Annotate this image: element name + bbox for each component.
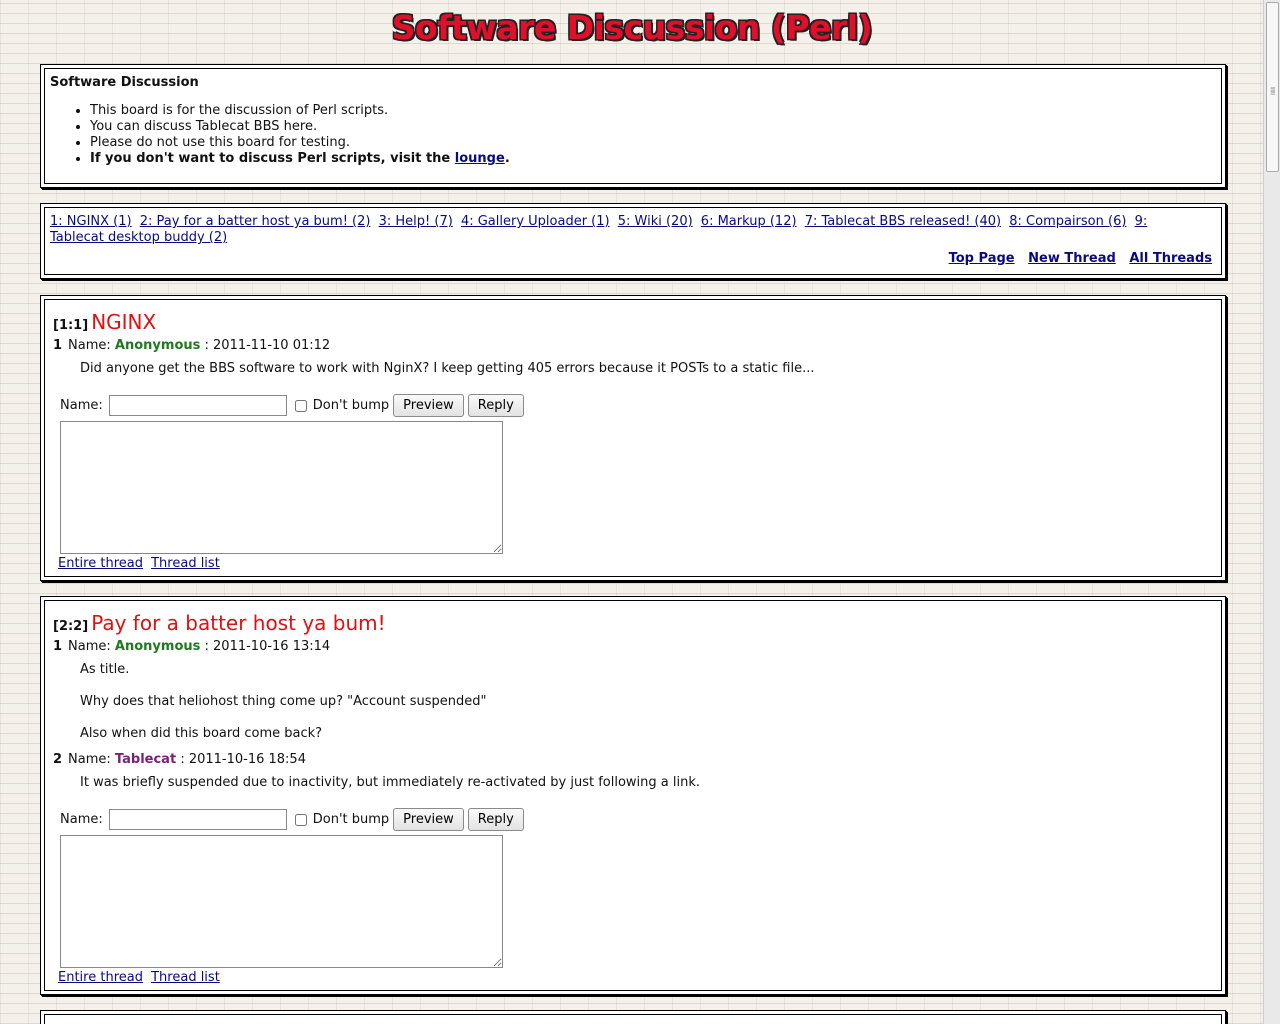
thread-title: [2:2] Pay for a batter host ya bum! (53, 611, 386, 635)
reply-textarea[interactable] (60, 421, 503, 554)
dont-bump-checkbox[interactable] (294, 813, 307, 826)
post-body: It was briefly suspended due to inactivi… (80, 775, 700, 791)
thread-link-1[interactable]: 1: NGINX (1) (50, 214, 132, 229)
dont-bump-checkbox[interactable] (294, 399, 307, 412)
top-page-link[interactable]: Top Page (949, 251, 1015, 266)
rule-item-lounge: If you don't want to discuss Perl script… (90, 151, 510, 167)
rules-list: This board is for the discussion of Perl… (50, 103, 510, 167)
thread-index: [1:1] (53, 318, 89, 333)
page: Software Discussion (Perl) Software Disc… (0, 0, 1264, 1024)
reply-textarea[interactable] (60, 835, 503, 968)
name-label: Name: (68, 338, 111, 353)
post-number: 2 (53, 752, 63, 767)
post-date: : 2011-10-16 13:14 (204, 639, 331, 654)
lounge-prefix: If you don't want to discuss Perl script… (90, 151, 455, 166)
thread-nav-box: 1: NGINX (1) 2: Pay for a batter host ya… (40, 203, 1226, 279)
thread-footer-links: Entire thread Thread list (58, 970, 224, 985)
post-text: Also when did this board come back? (80, 726, 323, 741)
thread-footer-links: Entire thread Thread list (58, 556, 224, 571)
rule-item: Please do not use this board for testing… (90, 135, 510, 151)
reply-name-label: Name: (60, 398, 103, 413)
rule-item: This board is for the discussion of Perl… (90, 103, 510, 119)
poster-name: Anonymous (114, 639, 201, 654)
reply-button[interactable]: Reply (467, 394, 524, 417)
thread-link-7[interactable]: 7: Tablecat BBS released! (40) (805, 214, 1001, 229)
thread-box: [2:2] Pay for a batter host ya bum! 1 Name… (40, 596, 1226, 995)
thread-link-4[interactable]: 4: Gallery Uploader (1) (461, 214, 610, 229)
lounge-suffix: . (504, 151, 510, 166)
thread-link-8[interactable]: 8: Compairson (6) (1009, 214, 1126, 229)
reply-button[interactable]: Reply (467, 808, 524, 831)
preview-button[interactable]: Preview (393, 394, 464, 417)
post-number: 1 (53, 338, 63, 353)
entire-thread-link[interactable]: Entire thread (58, 970, 143, 985)
thread-link-3[interactable]: 3: Help! (7) (379, 214, 453, 229)
post-number: 1 (53, 639, 63, 654)
reply-name-label: Name: (60, 812, 103, 827)
dont-bump-label: Don't bump (312, 812, 390, 827)
entire-thread-link[interactable]: Entire thread (58, 556, 143, 571)
post-header: 1 Name: Anonymous : 2011-11-10 01:12 (53, 338, 330, 353)
rules-heading: Software Discussion (50, 75, 199, 90)
all-threads-link[interactable]: All Threads (1129, 251, 1212, 266)
post-text: It was briefly suspended due to inactivi… (80, 775, 700, 790)
rule-item: You can discuss Tablecat BBS here. (90, 119, 510, 135)
post-text: Why does that heliohost thing come up? "… (80, 694, 487, 709)
board-nav: Top Page New Thread All Threads (940, 251, 1212, 266)
poster-name: Anonymous (114, 338, 201, 353)
reply-name-input[interactable] (108, 395, 287, 416)
post-header: 1 Name: Anonymous : 2011-10-16 13:14 (53, 639, 330, 654)
poster-name: Tablecat (114, 752, 177, 767)
grip-icon: ≡ ≡ (1270, 85, 1276, 97)
post-date: : 2011-10-16 18:54 (180, 752, 306, 767)
lounge-link[interactable]: lounge (455, 151, 505, 166)
scrollbar-thumb[interactable]: ≡ ≡ (1266, 2, 1279, 172)
reply-name-input[interactable] (108, 809, 287, 830)
new-thread-link[interactable]: New Thread (1028, 251, 1116, 266)
thread-box: [1:1] NGINX 1 Name: Anonymous : 2011-11-10… (40, 295, 1226, 581)
preview-button[interactable]: Preview (393, 808, 464, 831)
thread-title: [1:1] NGINX (53, 310, 156, 334)
thread-list-link[interactable]: Thread list (151, 970, 220, 985)
board-rules-box: Software Discussion This board is for th… (40, 64, 1226, 188)
thread-list-links: 1: NGINX (1) 2: Pay for a batter host ya… (50, 214, 1197, 246)
thread-box (40, 1010, 1226, 1024)
post-text: As title. (80, 662, 130, 677)
thread-link-2[interactable]: 2: Pay for a batter host ya bum! (2) (140, 214, 371, 229)
dont-bump-label: Don't bump (312, 398, 390, 413)
post-body: As title. Why does that heliohost thing … (80, 662, 487, 742)
thread-link-5[interactable]: 5: Wiki (20) (618, 214, 693, 229)
name-label: Name: (68, 752, 111, 767)
thread-index: [2:2] (53, 619, 89, 634)
post-text: Did anyone get the BBS software to work … (80, 361, 815, 376)
reply-form-row: Name: Don't bump Preview Reply (60, 808, 524, 831)
thread-subject: NGINX (91, 310, 157, 334)
reply-form-row: Name: Don't bump Preview Reply (60, 394, 524, 417)
board-title: Software Discussion (Perl) (391, 8, 873, 47)
thread-list-link[interactable]: Thread list (151, 556, 220, 571)
vertical-scrollbar[interactable]: ≡ ≡ (1263, 0, 1280, 1024)
post-date: : 2011-11-10 01:12 (204, 338, 331, 353)
thread-link-6[interactable]: 6: Markup (12) (701, 214, 797, 229)
thread-subject: Pay for a batter host ya bum! (91, 611, 386, 635)
name-label: Name: (68, 639, 111, 654)
post-body: Did anyone get the BBS software to work … (80, 361, 814, 377)
post-header: 2 Name: Tablecat : 2011-10-16 18:54 (53, 752, 306, 767)
